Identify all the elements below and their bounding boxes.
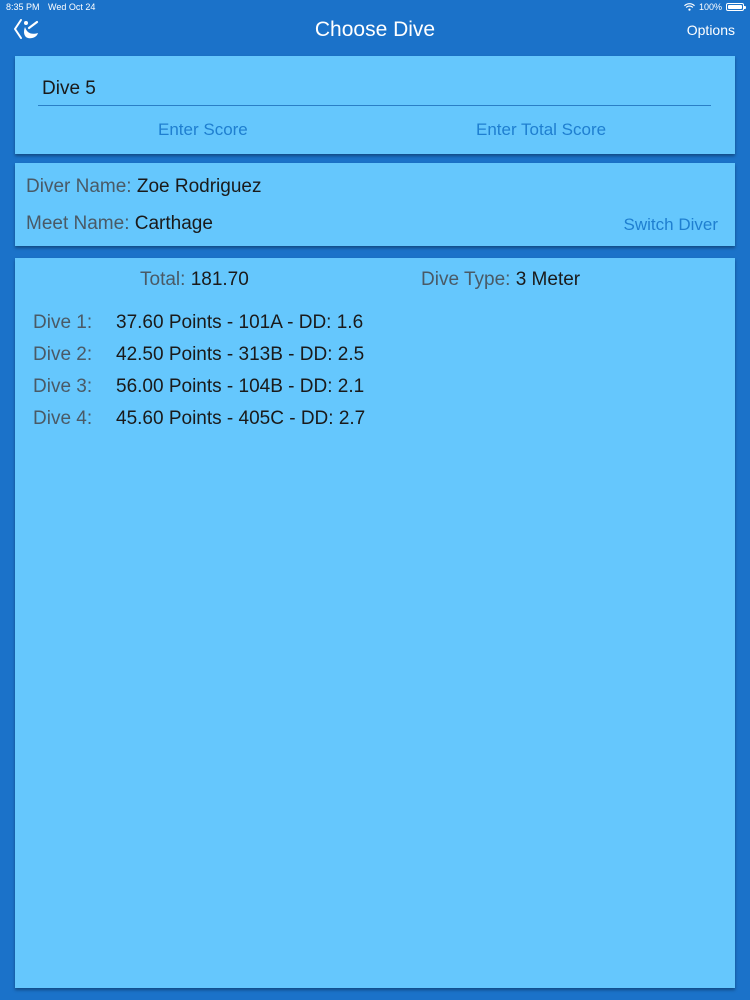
diver-name-label: Diver Name:: [26, 176, 132, 197]
dive-row: Dive 3: 56.00 Points - 104B - DD: 2.1: [33, 376, 365, 408]
dive-row: Dive 2: 42.50 Points - 313B - DD: 2.5: [33, 344, 365, 376]
dive-type-value: 3 Meter: [515, 269, 581, 290]
dive-row-detail: 42.50 Points - 313B - DD: 2.5: [116, 344, 365, 365]
dive-row: Dive 4: 45.60 Points - 405C - DD: 2.7: [33, 408, 365, 440]
battery-icon: [726, 3, 746, 11]
status-date: Wed Oct 24: [48, 2, 96, 12]
meet-name-value: Carthage: [134, 213, 213, 234]
total-label: Total:: [140, 269, 186, 290]
dive-row-label: Dive 1:: [33, 312, 93, 333]
diver-name-row: Diver Name: Zoe Rodriguez: [26, 176, 261, 198]
diver-info-card: Diver Name: Zoe Rodriguez Meet Name: Car…: [15, 163, 735, 246]
enter-total-score-button[interactable]: Enter Total Score: [476, 120, 606, 140]
enter-score-button[interactable]: Enter Score: [158, 120, 248, 140]
status-indicators: 100%: [684, 2, 746, 12]
nav-bar: Choose Dive Options: [0, 14, 750, 48]
dive-list: Dive 1: 37.60 Points - 101A - DD: 1.6 Div…: [33, 312, 365, 440]
status-time: 8:35 PM: [6, 2, 40, 12]
dive-row-detail: 56.00 Points - 104B - DD: 2.1: [116, 376, 365, 397]
status-bar: 8:35 PM Wed Oct 24 100%: [0, 0, 750, 14]
switch-diver-button[interactable]: Switch Diver: [624, 215, 718, 235]
dive-type-summary: Dive Type: 3 Meter: [421, 269, 580, 291]
total-value: 181.70: [190, 269, 249, 290]
dive-row-label: Dive 4:: [33, 408, 93, 429]
dive-row-label: Dive 3:: [33, 376, 93, 397]
back-button[interactable]: [12, 18, 46, 44]
dive-row: Dive 1: 37.60 Points - 101A - DD: 1.6: [33, 312, 365, 344]
dive-entry-card: Enter Score Enter Total Score: [15, 56, 735, 154]
meet-name-row: Meet Name: Carthage: [26, 213, 213, 235]
dives-card: Total: 181.70 Dive Type: 3 Meter Dive 1:…: [15, 258, 735, 988]
options-button[interactable]: Options: [687, 22, 735, 38]
back-diver-icon: [12, 18, 42, 45]
dive-row-detail: 45.60 Points - 405C - DD: 2.7: [116, 408, 366, 429]
dive-row-detail: 37.60 Points - 101A - DD: 1.6: [116, 312, 364, 333]
battery-percent: 100%: [698, 2, 722, 12]
battery-fill: [728, 5, 742, 9]
page-title: Choose Dive: [314, 18, 436, 41]
diver-name-value: Zoe Rodriguez: [136, 176, 262, 197]
dive-row-label: Dive 2:: [33, 344, 93, 365]
wifi-icon: [684, 3, 695, 11]
total-summary: Total: 181.70: [140, 269, 249, 291]
dive-input[interactable]: [38, 72, 711, 106]
dive-type-label: Dive Type:: [421, 269, 511, 290]
meet-name-label: Meet Name:: [26, 213, 130, 234]
